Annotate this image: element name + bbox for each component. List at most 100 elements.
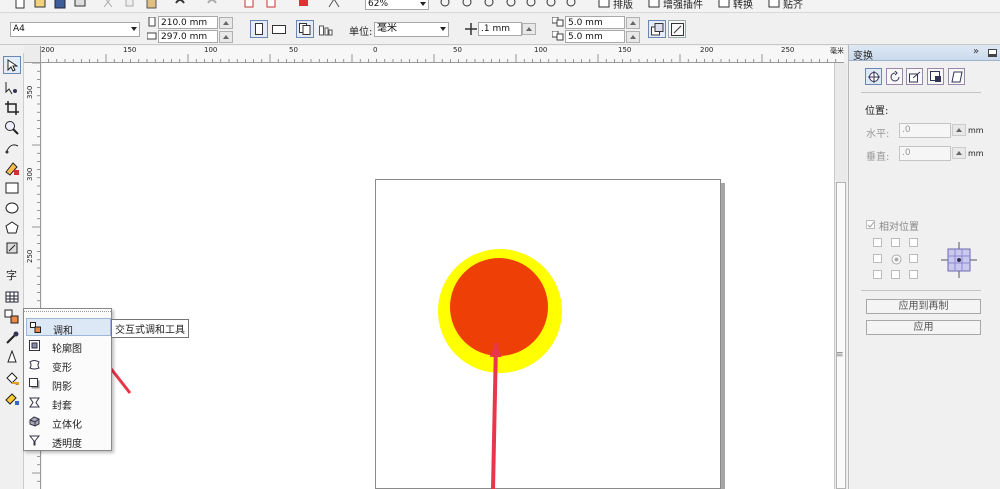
anchor-tl[interactable] (873, 238, 882, 247)
table-tool-icon[interactable] (4, 289, 20, 305)
open-icon[interactable] (34, 0, 46, 9)
interactive-fill-tool-icon[interactable] (4, 390, 20, 406)
cut-icon[interactable] (102, 0, 114, 9)
fill-tool-icon[interactable] (4, 370, 20, 386)
relative-position-checkbox[interactable] (866, 220, 875, 229)
size-mode-button[interactable] (927, 68, 944, 85)
width-spinner[interactable] (219, 17, 233, 29)
height-spinner[interactable] (219, 31, 233, 43)
shape-tool-icon[interactable] (4, 80, 20, 96)
ruler-origin[interactable] (24, 46, 41, 63)
save-icon[interactable] (54, 0, 66, 9)
undo-icon[interactable] (174, 0, 186, 9)
flyout-item-contour[interactable]: 轮廓图 (26, 337, 111, 355)
nudge-icon (465, 23, 477, 35)
rotate-mode-button[interactable] (886, 68, 903, 85)
all-pages-button[interactable] (296, 20, 314, 38)
menu-snap[interactable]: 贴齐 (783, 0, 803, 11)
zoom-out-icon[interactable] (462, 0, 474, 9)
scrollbar-thumb[interactable] (836, 182, 846, 489)
menu-plugins[interactable]: 增强插件 (663, 0, 703, 11)
zoom-combo[interactable]: 62% (365, 0, 429, 10)
nudge-spinner[interactable] (522, 23, 536, 35)
anchor-mr[interactable] (909, 254, 918, 263)
treat-as-filled-button[interactable] (648, 20, 666, 38)
current-page-icon[interactable] (319, 24, 333, 36)
zoom-tool-icon[interactable] (4, 120, 20, 136)
landscape-icon[interactable] (272, 25, 286, 35)
flyout-item-blend[interactable]: 调和 (26, 318, 111, 337)
anchor-bc[interactable] (891, 270, 900, 279)
eyedropper-tool-icon[interactable] (4, 330, 20, 346)
outline-tool-icon[interactable] (4, 350, 20, 366)
duplicate-x-spinner[interactable] (626, 17, 640, 29)
anchor-tc[interactable] (891, 238, 900, 247)
text-tool[interactable]: 字 (6, 267, 17, 283)
import-icon[interactable] (244, 0, 256, 9)
object-range-button[interactable] (668, 20, 686, 38)
page-size-combo[interactable]: A4 (10, 22, 140, 37)
skew-mode-button[interactable] (948, 68, 965, 85)
paste-icon[interactable] (146, 0, 158, 9)
nudge-field[interactable]: .1 mm (478, 22, 522, 36)
crop-tool-icon[interactable] (4, 100, 20, 116)
launcher-icon[interactable] (328, 0, 340, 9)
menu-convert[interactable]: 转换 (733, 0, 753, 11)
horizontal-spinner[interactable] (952, 124, 966, 136)
new-icon[interactable] (14, 0, 26, 9)
vertical-field[interactable]: .0 (899, 146, 951, 161)
flyout-item-envelope[interactable]: 封套 (26, 394, 111, 412)
anchor-ml[interactable] (873, 254, 882, 263)
print-icon[interactable] (74, 0, 86, 9)
apply-to-duplicate-button[interactable]: 应用到再制 (866, 299, 981, 314)
anchor-tr[interactable] (909, 238, 918, 247)
smart-fill-tool-icon[interactable] (4, 160, 20, 176)
scale-mode-button[interactable] (906, 68, 923, 85)
freehand-tool-icon[interactable] (4, 140, 20, 156)
ellipse-tool-icon[interactable] (4, 200, 20, 216)
page-width-field[interactable]: 210.0 mm (158, 16, 218, 29)
duplicate-y-spinner[interactable] (626, 31, 640, 43)
polygon-tool-icon[interactable] (4, 220, 20, 236)
blend-icon (30, 322, 41, 333)
zoom-all-icon[interactable] (506, 0, 518, 9)
zoom-height-icon[interactable] (566, 0, 578, 9)
blend-tool-icon[interactable] (4, 309, 20, 325)
anchor-center-icon[interactable] (891, 254, 902, 265)
position-mode-button[interactable] (865, 68, 882, 85)
zoom-selected-icon[interactable] (484, 0, 496, 9)
portrait-button[interactable] (250, 20, 268, 38)
export-icon[interactable] (264, 0, 276, 9)
duplicate-y-field[interactable]: 5.0 mm (565, 30, 625, 43)
zoom-width-icon[interactable] (546, 0, 558, 9)
duplicate-x-field[interactable]: 5.0 mm (565, 16, 625, 29)
envelope-icon (29, 397, 40, 408)
resize-grip-icon[interactable]: ≡ (836, 350, 844, 360)
copy-icon[interactable] (124, 0, 136, 9)
publish-icon[interactable] (298, 0, 310, 9)
flyout-item-extrude[interactable]: 立体化 (26, 413, 111, 431)
anchor-br[interactable] (909, 270, 918, 279)
horizontal-field[interactable]: .0 (899, 123, 951, 138)
inner-red-circle[interactable] (450, 258, 548, 356)
flyout-item-distort[interactable]: 变形 (26, 356, 111, 374)
toolbox: 字 (0, 53, 24, 489)
menu-arrange[interactable]: 排版 (613, 0, 633, 11)
unit-combo[interactable]: 毫米 (374, 22, 449, 37)
rectangle-tool-icon[interactable] (4, 180, 20, 196)
flyout-item-shadow[interactable]: 阴影 (26, 375, 111, 393)
blend-circles[interactable] (436, 247, 564, 375)
page-size-value: A4 (13, 24, 25, 34)
basic-shapes-tool-icon[interactable] (4, 240, 20, 256)
vertical-spinner[interactable] (952, 147, 966, 159)
apply-button[interactable]: 应用 (866, 320, 981, 335)
flyout-item-transparency[interactable]: 透明度 (26, 432, 111, 450)
minimize-icon[interactable] (988, 49, 997, 57)
page-height-field[interactable]: 297.0 mm (158, 30, 218, 43)
zoom-page-icon[interactable] (526, 0, 538, 9)
redo-icon[interactable] (206, 0, 218, 9)
pick-tool[interactable] (3, 56, 21, 74)
anchor-bl[interactable] (873, 270, 882, 279)
zoom-in-icon[interactable] (440, 0, 452, 9)
collapse-icon[interactable]: » (973, 46, 979, 57)
